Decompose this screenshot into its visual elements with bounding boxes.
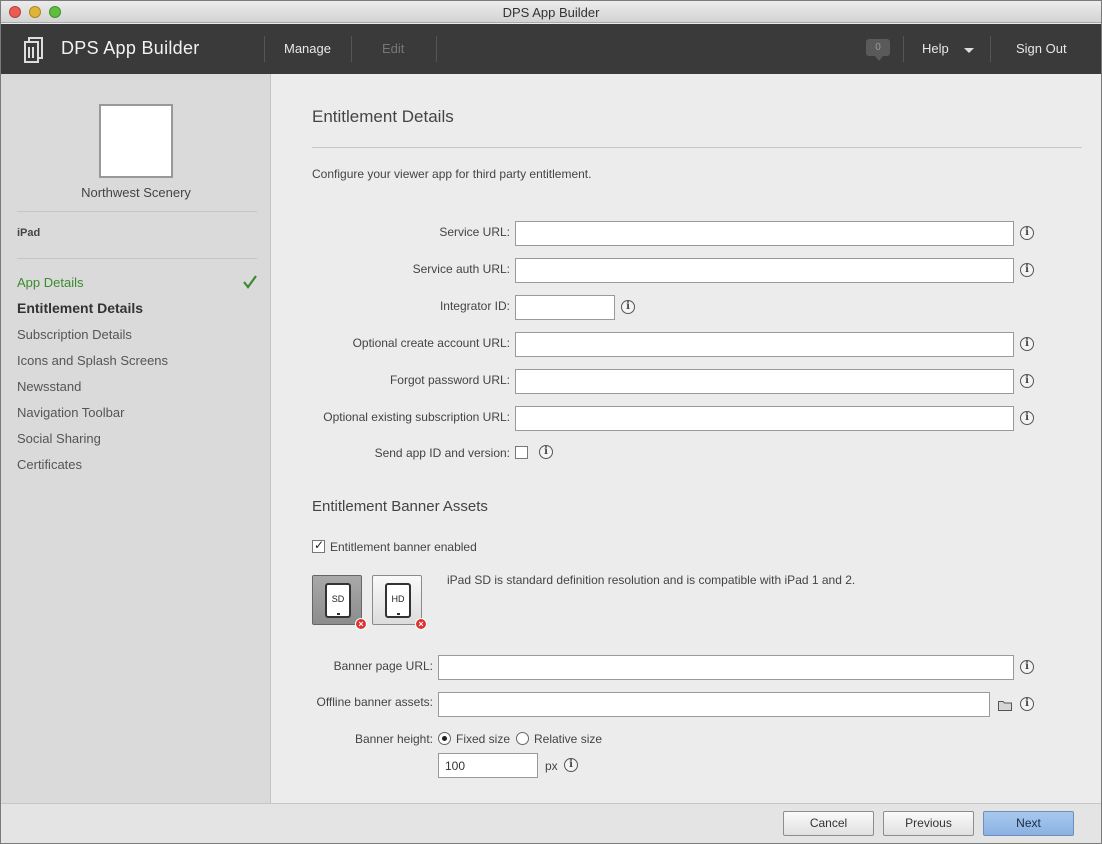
banner-enabled-checkbox[interactable]	[312, 538, 325, 553]
ipad-hd-label: HD	[391, 594, 405, 604]
cancel-button[interactable]: Cancel	[783, 811, 874, 836]
sign-out-link[interactable]: Sign Out	[1016, 41, 1067, 56]
integrator-id-label: Integrator ID:	[439, 299, 510, 313]
service-url-label: Service URL:	[439, 225, 510, 239]
info-icon[interactable]: i	[1020, 660, 1034, 674]
fixed-size-radio[interactable]	[438, 732, 451, 745]
device-label: iPad	[17, 227, 41, 239]
publication-thumbnail	[99, 104, 173, 178]
divider	[264, 36, 265, 62]
info-icon[interactable]: i	[1020, 263, 1034, 277]
banner-section-title: Entitlement Banner Assets	[312, 498, 488, 515]
info-icon[interactable]: i	[1020, 411, 1034, 425]
main-content: Entitlement Details Configure your viewe…	[272, 74, 1101, 803]
service-auth-url-label: Service auth URL:	[412, 262, 510, 276]
title-bar: DPS App Builder	[1, 1, 1101, 23]
sidebar-item-app-details[interactable]: App Details	[17, 275, 83, 290]
create-account-url-label: Optional create account URL:	[352, 336, 510, 350]
sidebar-item-newsstand[interactable]: Newsstand	[17, 379, 81, 394]
info-icon[interactable]: i	[1020, 697, 1034, 711]
app-window: DPS App Builder DPS App Builder Manage E…	[0, 0, 1102, 844]
sidebar-item-navigation-toolbar[interactable]: Navigation Toolbar	[17, 405, 124, 420]
info-icon[interactable]: i	[1020, 226, 1034, 240]
sidebar-item-certificates[interactable]: Certificates	[17, 457, 82, 472]
divider	[312, 147, 1082, 148]
service-url-input[interactable]	[515, 221, 1014, 246]
divider	[903, 36, 904, 62]
offline-banner-assets-label: Offline banner assets:	[316, 695, 433, 709]
sidebar-item-social-sharing[interactable]: Social Sharing	[17, 431, 101, 446]
send-app-id-label: Send app ID and version:	[374, 446, 510, 460]
sidebar-item-icons-splash[interactable]: Icons and Splash Screens	[17, 353, 168, 368]
info-icon[interactable]: i	[539, 445, 553, 459]
divider	[436, 36, 437, 62]
window-title: DPS App Builder	[502, 5, 600, 20]
help-caret-icon[interactable]	[964, 48, 974, 53]
notification-icon[interactable]: 0	[866, 39, 890, 61]
fixed-size-label: Fixed size	[456, 732, 511, 746]
sidebar-item-subscription-details[interactable]: Subscription Details	[17, 327, 132, 342]
service-auth-url-input[interactable]	[515, 258, 1014, 283]
height-unit-label: px	[545, 759, 558, 773]
banner-page-url-input[interactable]	[438, 655, 1014, 680]
info-icon[interactable]: i	[564, 758, 578, 772]
divider	[351, 36, 352, 62]
page-title: Entitlement Details	[312, 107, 454, 126]
checkmark-icon	[243, 275, 257, 289]
banner-page-url-label: Banner page URL:	[333, 659, 433, 673]
send-app-id-checkbox[interactable]	[515, 446, 528, 459]
info-icon[interactable]: i	[1020, 374, 1034, 388]
app-header: DPS App Builder Manage Edit 0 Help Sign …	[1, 24, 1101, 74]
app-name: DPS App Builder	[61, 38, 200, 58]
ipad-sd-button[interactable]: SD ×	[312, 575, 367, 630]
banner-height-label: Banner height:	[354, 732, 433, 746]
banner-description: iPad SD is standard definition resolutio…	[447, 573, 856, 587]
folder-icon[interactable]	[998, 700, 1012, 711]
previous-button[interactable]: Previous	[883, 811, 974, 836]
existing-subscription-url-input[interactable]	[515, 406, 1014, 431]
integrator-id-input[interactable]	[515, 295, 615, 320]
divider	[17, 258, 257, 259]
sidebar: Northwest Scenery iPad App Details Entit…	[1, 74, 271, 803]
ipad-hd-button[interactable]: HD ×	[372, 575, 427, 630]
banner-enabled-label: Entitlement banner enabled	[330, 540, 477, 554]
home-button-mark	[337, 613, 340, 615]
app-logo-icon	[24, 37, 43, 63]
divider	[990, 36, 991, 62]
divider	[17, 211, 257, 212]
intro-text: Configure your viewer app for third part…	[312, 167, 592, 181]
delete-icon[interactable]: ×	[355, 618, 367, 630]
create-account-url-input[interactable]	[515, 332, 1014, 357]
delete-icon[interactable]: ×	[415, 618, 427, 630]
nav-edit[interactable]: Edit	[382, 41, 404, 56]
banner-height-input[interactable]	[438, 753, 538, 778]
forgot-password-url-label: Forgot password URL:	[389, 373, 510, 387]
offline-banner-assets-input[interactable]	[438, 692, 990, 717]
next-button[interactable]: Next	[983, 811, 1074, 836]
sidebar-item-entitlement-details[interactable]: Entitlement Details	[17, 300, 143, 316]
publication-name: Northwest Scenery	[81, 185, 191, 200]
info-icon[interactable]: i	[621, 300, 635, 314]
footer-bar: Cancel Previous Next	[1, 803, 1101, 843]
help-menu[interactable]: Help	[922, 41, 949, 56]
nav-manage[interactable]: Manage	[284, 41, 331, 56]
home-button-mark	[397, 613, 400, 615]
ipad-sd-label: SD	[331, 594, 345, 604]
relative-size-radio[interactable]	[516, 732, 529, 745]
ipad-sd-icon: SD	[325, 583, 351, 618]
existing-subscription-url-label: Optional existing subscription URL:	[323, 410, 510, 424]
relative-size-label: Relative size	[534, 732, 603, 746]
forgot-password-url-input[interactable]	[515, 369, 1014, 394]
info-icon[interactable]: i	[1020, 337, 1034, 351]
ipad-hd-icon: HD	[385, 583, 411, 618]
